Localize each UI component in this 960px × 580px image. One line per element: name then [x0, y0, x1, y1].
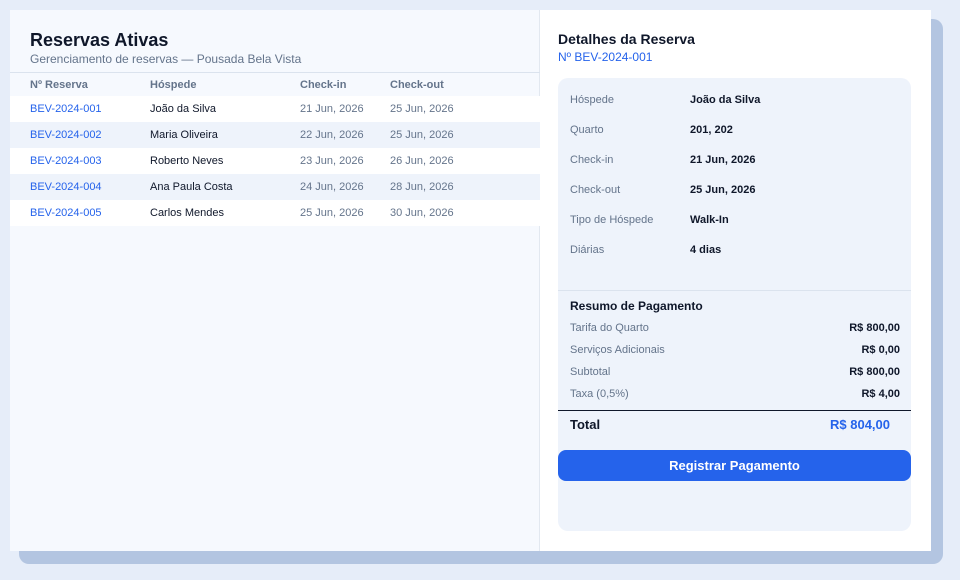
column-header-guest: Hóspede	[150, 78, 197, 91]
reservation-id-link[interactable]: BEV-2024-001	[10, 103, 150, 115]
guest-name: Ana Paula Costa	[150, 181, 233, 193]
checkout-date: 30 Jun, 2026	[390, 207, 454, 219]
detail-value: 21 Jun, 2026	[690, 154, 756, 166]
payment-summary-title: Resumo de Pagamento	[570, 299, 703, 313]
reservations-list-pane: Reservas Ativas Gerenciamento de reserva…	[10, 10, 540, 551]
payment-line-extra-services: Serviços Adicionais R$ 0,00	[570, 342, 900, 358]
detail-value: 4 dias	[690, 244, 722, 256]
guest-name: Roberto Neves	[150, 155, 224, 167]
reservation-number: Nº BEV-2024-001	[558, 50, 653, 64]
table-row[interactable]: BEV-2024-005 Carlos Mendes 25 Jun, 2026 …	[10, 200, 540, 226]
checkin-date: 22 Jun, 2026	[300, 129, 364, 141]
table-row[interactable]: BEV-2024-002 Maria Oliveira 22 Jun, 2026…	[10, 122, 540, 148]
payment-label: Taxa (0,5%)	[570, 388, 629, 400]
page-title: Reservas Ativas	[30, 30, 169, 50]
detail-label: Check-out	[570, 184, 621, 196]
app-window: Reservas Ativas Gerenciamento de reserva…	[10, 10, 931, 551]
payment-line-room-rate: Tarifa do Quarto R$ 800,00	[570, 320, 900, 336]
payment-line-tax: Taxa (0,5%) R$ 4,00	[570, 386, 900, 402]
payment-label: Subtotal	[570, 366, 611, 378]
checkin-date: 25 Jun, 2026	[300, 207, 364, 219]
detail-row-guest: Hóspede João da Silva	[570, 92, 760, 108]
reservations-table: Nº Reserva Hóspede Check-in Check-out BE…	[10, 72, 540, 226]
detail-row-checkout: Check-out 25 Jun, 2026	[570, 182, 755, 198]
payment-line-subtotal: Subtotal R$ 800,00	[570, 364, 900, 380]
register-payment-button[interactable]: Registrar Pagamento	[558, 450, 911, 481]
detail-label: Hóspede	[570, 94, 615, 106]
detail-value: João da Silva	[690, 94, 761, 106]
payment-divider	[558, 290, 911, 291]
payment-total: Total R$ 804,00	[570, 417, 890, 432]
detail-value: 201, 202	[690, 124, 733, 136]
column-header-checkin: Check-in	[300, 78, 347, 91]
reservation-id-link[interactable]: BEV-2024-005	[10, 207, 150, 219]
checkout-date: 25 Jun, 2026	[390, 129, 454, 141]
detail-value: 25 Jun, 2026	[690, 184, 756, 196]
column-header-checkout: Check-out	[390, 78, 444, 91]
column-header-reservation: Nº Reserva	[30, 78, 88, 91]
checkin-date: 23 Jun, 2026	[300, 155, 364, 167]
reservation-details-pane: Detalhes da Reserva Nº BEV-2024-001 Hósp…	[540, 10, 931, 551]
table-row[interactable]: BEV-2024-001 João da Silva 21 Jun, 2026 …	[10, 96, 540, 122]
table-row[interactable]: BEV-2024-003 Roberto Neves 23 Jun, 2026 …	[10, 148, 540, 174]
detail-value: Walk-In	[690, 214, 729, 226]
checkin-date: 21 Jun, 2026	[300, 103, 364, 115]
detail-label: Diárias	[570, 244, 605, 256]
reservation-id-link[interactable]: BEV-2024-002	[10, 129, 150, 141]
table-row[interactable]: BEV-2024-004 Ana Paula Costa 24 Jun, 202…	[10, 174, 540, 200]
guest-name: Carlos Mendes	[150, 207, 224, 219]
payment-value: R$ 800,00	[849, 366, 900, 378]
guest-name: João da Silva	[150, 103, 217, 115]
total-value: R$ 804,00	[830, 417, 890, 432]
detail-label: Quarto	[570, 124, 604, 136]
details-title: Detalhes da Reserva	[558, 31, 695, 47]
detail-label: Check-in	[570, 154, 614, 166]
payment-label: Serviços Adicionais	[570, 344, 665, 356]
detail-row-room: Quarto 201, 202	[570, 122, 733, 138]
checkout-date: 28 Jun, 2026	[390, 181, 454, 193]
total-divider	[558, 410, 911, 411]
checkout-date: 25 Jun, 2026	[390, 103, 454, 115]
payment-value: R$ 800,00	[849, 322, 900, 334]
payment-value: R$ 4,00	[861, 388, 900, 400]
table-header: Nº Reserva Hóspede Check-in Check-out	[10, 72, 540, 96]
detail-label: Tipo de Hóspede	[570, 214, 654, 226]
payment-value: R$ 0,00	[861, 344, 900, 356]
detail-row-nights: Diárias 4 dias	[570, 242, 721, 258]
page-subtitle: Gerenciamento de reservas — Pousada Bela…	[30, 52, 302, 66]
reservation-id-link[interactable]: BEV-2024-004	[10, 181, 150, 193]
checkin-date: 24 Jun, 2026	[300, 181, 364, 193]
payment-label: Tarifa do Quarto	[570, 322, 649, 334]
details-card: Hóspede João da Silva Quarto 201, 202 Ch…	[558, 78, 911, 531]
reservation-id-link[interactable]: BEV-2024-003	[10, 155, 150, 167]
table-body: BEV-2024-001 João da Silva 21 Jun, 2026 …	[10, 96, 540, 226]
guest-name: Maria Oliveira	[150, 129, 218, 141]
total-label: Total	[570, 417, 601, 432]
detail-row-checkin: Check-in 21 Jun, 2026	[570, 152, 755, 168]
checkout-date: 26 Jun, 2026	[390, 155, 454, 167]
detail-row-guest-type: Tipo de Hóspede Walk-In	[570, 212, 729, 228]
